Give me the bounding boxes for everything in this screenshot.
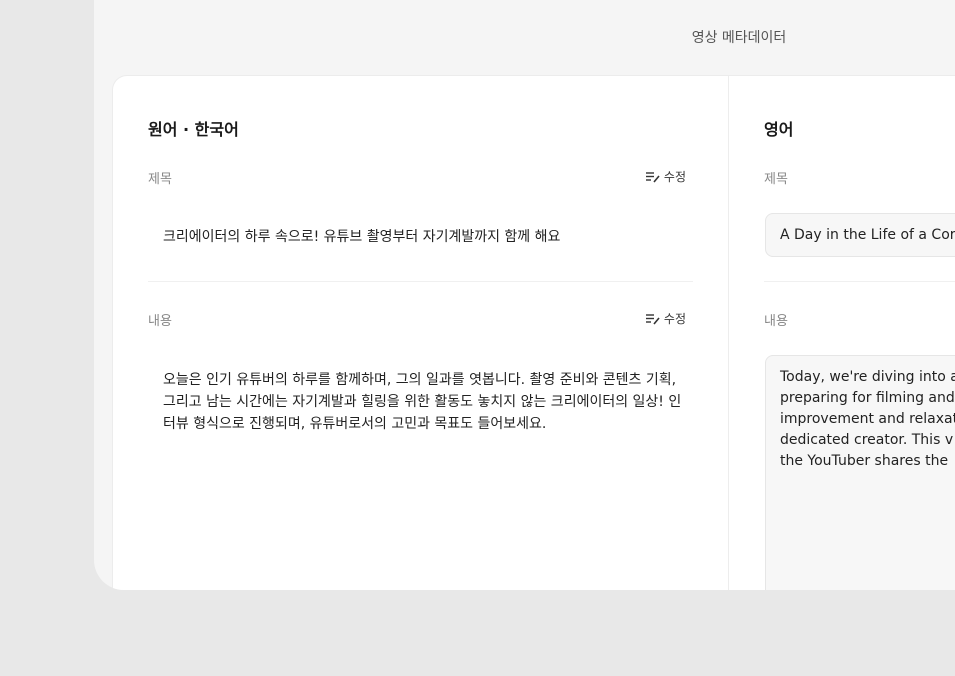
source-title-label: 제목: [148, 172, 172, 187]
page-title: 영상 메타데이터: [691, 30, 787, 46]
source-heading: 원어 · 한국어: [148, 120, 239, 139]
source-title-edit-button[interactable]: 수정: [645, 168, 686, 185]
edit-pencil-icon: [645, 171, 660, 183]
source-column: 원어 · 한국어 제목 수정 크리에이터의 하루 속으로! 유튜브 촬영부터 자…: [113, 76, 729, 590]
edit-pencil-icon: [645, 313, 660, 325]
target-title-label: 제목: [764, 172, 788, 187]
source-divider: [148, 281, 693, 282]
source-title-edit-label: 수정: [663, 170, 686, 184]
source-content-label: 내용: [148, 314, 172, 329]
target-content-textarea[interactable]: Today, we're diving into a preparing for…: [765, 355, 955, 590]
source-content-edit-label: 수정: [663, 312, 686, 326]
source-content-edit-button[interactable]: 수정: [645, 310, 686, 327]
app-frame: 영상 메타데이터 원어 · 한국어 제목 수정 크리에이터의 하루 속으로! 유…: [94, 0, 955, 590]
metadata-card: 원어 · 한국어 제목 수정 크리에이터의 하루 속으로! 유튜브 촬영부터 자…: [113, 76, 955, 590]
source-content-value: 오늘은 인기 유튜버의 하루를 함께하며, 그의 일과를 엿봅니다. 촬영 준비…: [163, 372, 682, 432]
source-title-value: 크리에이터의 하루 속으로! 유튜브 촬영부터 자기계발까지 함께 해요: [163, 229, 561, 245]
target-content-label: 내용: [764, 314, 788, 329]
target-column: 영어 제목 A Day in the Life of a Cor 내용 Toda…: [729, 76, 955, 590]
target-divider: [764, 281, 955, 282]
target-heading: 영어: [764, 120, 794, 139]
target-title-input[interactable]: A Day in the Life of a Cor: [765, 213, 955, 257]
